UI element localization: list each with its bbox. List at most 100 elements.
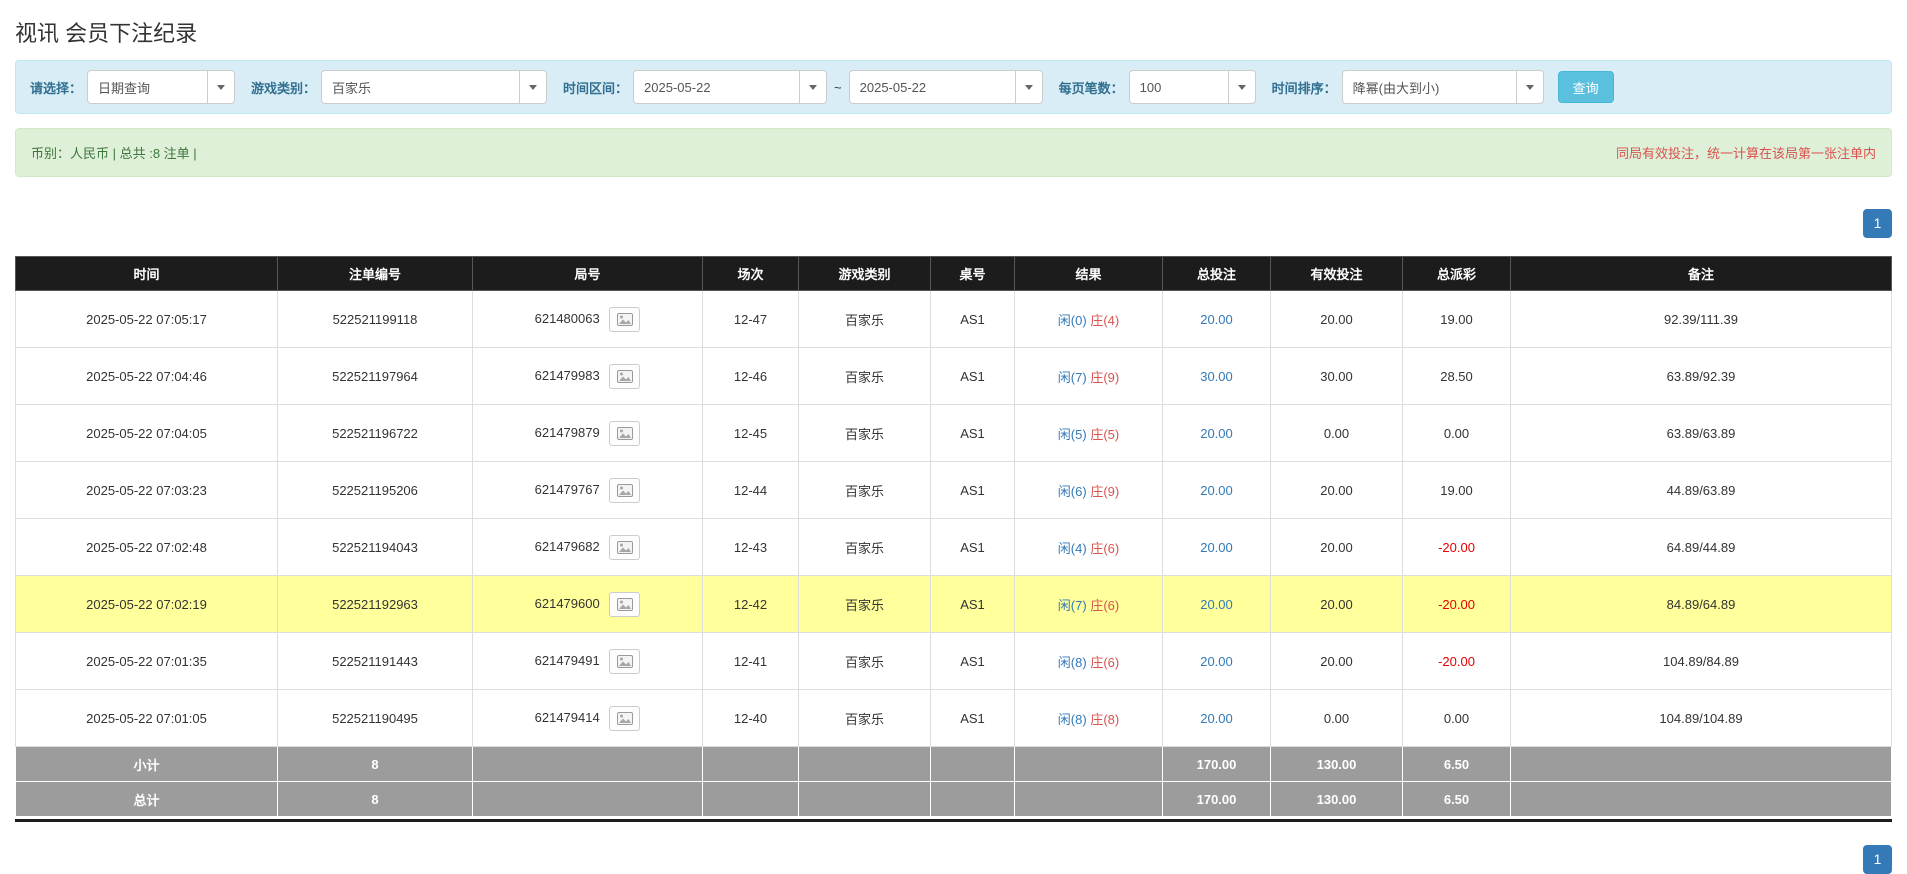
cell-table-number: AS1 [930,404,1015,462]
bet-record-row[interactable]: 2025-05-22 07:04:46 522521197964 6214799… [15,347,1892,405]
cell-time: 2025-05-22 07:03:23 [15,461,278,519]
round-number: 621479414 [534,709,600,725]
cell-round-number: 621479414 [472,689,703,747]
date-from-value: 2025-05-22 [644,79,711,95]
round-number: 621480063 [534,310,600,326]
header-total-bet: 总投注 [1162,256,1271,291]
cell-payout: -20.00 [1402,575,1511,633]
chevron-down-icon [207,71,234,103]
pagination-page-1[interactable]: 1 [1863,209,1892,238]
view-roadmap-button[interactable] [609,477,641,503]
result-banker: 庄(6) [1090,540,1120,556]
image-icon [616,369,633,383]
view-roadmap-button[interactable] [609,534,641,560]
view-roadmap-button[interactable] [609,591,641,617]
cell-game-type: 百家乐 [798,404,931,462]
time-sort-label: 时间排序： [1271,80,1337,96]
view-roadmap-button[interactable] [609,705,641,731]
total-bet-link[interactable]: 20.00 [1200,540,1233,555]
total-bet-link[interactable]: 20.00 [1200,711,1233,726]
total-row: 总计 8 170.00 130.00 6.50 [15,781,1892,817]
pagination-top: 1 [15,209,1892,238]
cell-game-type: 百家乐 [798,347,931,405]
per-page-select[interactable]: 100 [1128,70,1256,104]
total-empty-cell [472,781,703,817]
total-empty-cell [702,781,799,817]
total-bet-link[interactable]: 20.00 [1200,597,1233,612]
total-bet-link[interactable]: 20.00 [1200,654,1233,669]
subtotal-empty-cell [798,746,931,782]
summary-currency-count: 币别：人民币 | 总共 :8 注单 | [31,146,197,161]
cell-bet-number: 522521196722 [277,404,473,462]
cell-session: 12-42 [702,575,799,633]
total-count: 8 [277,781,473,817]
view-roadmap-button[interactable] [609,306,641,332]
summary-notice: 同局有效投注，统一计算在该局第一张注单内 [1615,146,1876,161]
date-range-separator: ~ [834,79,842,95]
image-icon [616,597,633,611]
image-icon [616,312,633,326]
bet-record-row[interactable]: 2025-05-22 07:01:05 522521190495 6214794… [15,689,1892,747]
header-session: 场次 [702,256,799,291]
search-button[interactable]: 查询 [1557,71,1614,103]
result-player: 闲(8) [1057,711,1087,727]
chevron-down-icon [799,71,826,103]
cell-note: 92.39/111.39 [1510,290,1892,348]
cell-total-bet: 20.00 [1162,575,1271,633]
query-type-select[interactable]: 日期查询 [87,70,236,104]
cell-total-bet: 20.00 [1162,518,1271,576]
total-total-bet: 170.00 [1162,781,1271,817]
bet-record-row[interactable]: 2025-05-22 07:02:48 522521194043 6214796… [15,518,1892,576]
view-roadmap-button[interactable] [609,648,641,674]
cell-table-number: AS1 [930,347,1015,405]
cell-round-number: 621479600 [472,575,703,633]
cell-round-number: 621479767 [472,461,703,519]
bet-record-row[interactable]: 2025-05-22 07:02:19 522521192963 6214796… [15,575,1892,633]
image-icon [616,483,633,497]
result-player: 闲(6) [1057,483,1087,499]
cell-session: 12-45 [702,404,799,462]
cell-game-type: 百家乐 [798,518,931,576]
cell-result: 闲(4) 庄(6) [1014,518,1163,576]
total-empty-cell [1014,781,1163,817]
cell-result: 闲(8) 庄(8) [1014,689,1163,747]
cell-valid-bet: 30.00 [1270,347,1403,405]
pagination-bottom-page-1[interactable]: 1 [1863,845,1892,874]
date-from-select[interactable]: 2025-05-22 [633,70,828,104]
total-empty-cell [930,781,1015,817]
cell-round-number: 621479491 [472,632,703,690]
result-banker: 庄(4) [1090,312,1120,328]
cell-valid-bet: 0.00 [1270,689,1403,747]
cell-valid-bet: 20.00 [1270,632,1403,690]
total-bet-link[interactable]: 20.00 [1200,483,1233,498]
view-roadmap-button[interactable] [609,363,641,389]
cell-payout: -20.00 [1402,632,1511,690]
cell-result: 闲(6) 庄(9) [1014,461,1163,519]
cell-game-type: 百家乐 [798,461,931,519]
cell-result: 闲(7) 庄(6) [1014,575,1163,633]
game-type-select[interactable]: 百家乐 [321,70,548,104]
result-player: 闲(8) [1057,654,1087,670]
bet-record-row[interactable]: 2025-05-22 07:05:17 522521199118 6214800… [15,290,1892,348]
cell-result: 闲(5) 庄(5) [1014,404,1163,462]
bet-record-row[interactable]: 2025-05-22 07:01:35 522521191443 6214794… [15,632,1892,690]
total-bet-link[interactable]: 20.00 [1200,312,1233,327]
game-type-value: 百家乐 [332,80,372,96]
date-to-select[interactable]: 2025-05-22 [848,70,1043,104]
header-game-type: 游戏类别 [798,256,931,291]
bet-record-row[interactable]: 2025-05-22 07:04:05 522521196722 6214798… [15,404,1892,462]
chevron-down-icon [1515,71,1543,103]
view-roadmap-button[interactable] [609,420,641,446]
total-bet-link[interactable]: 30.00 [1200,369,1233,384]
cell-bet-number: 522521194043 [277,518,473,576]
bet-record-row[interactable]: 2025-05-22 07:03:23 522521195206 6214797… [15,461,1892,519]
cell-session: 12-43 [702,518,799,576]
time-range-label: 时间区间： [563,80,629,96]
time-sort-select[interactable]: 降幂(由大到小) [1341,70,1544,104]
cell-total-bet: 30.00 [1162,347,1271,405]
cell-game-type: 百家乐 [798,575,931,633]
cell-note: 104.89/104.89 [1510,689,1892,747]
cell-bet-number: 522521192963 [277,575,473,633]
cell-session: 12-47 [702,290,799,348]
total-bet-link[interactable]: 20.00 [1200,426,1233,441]
